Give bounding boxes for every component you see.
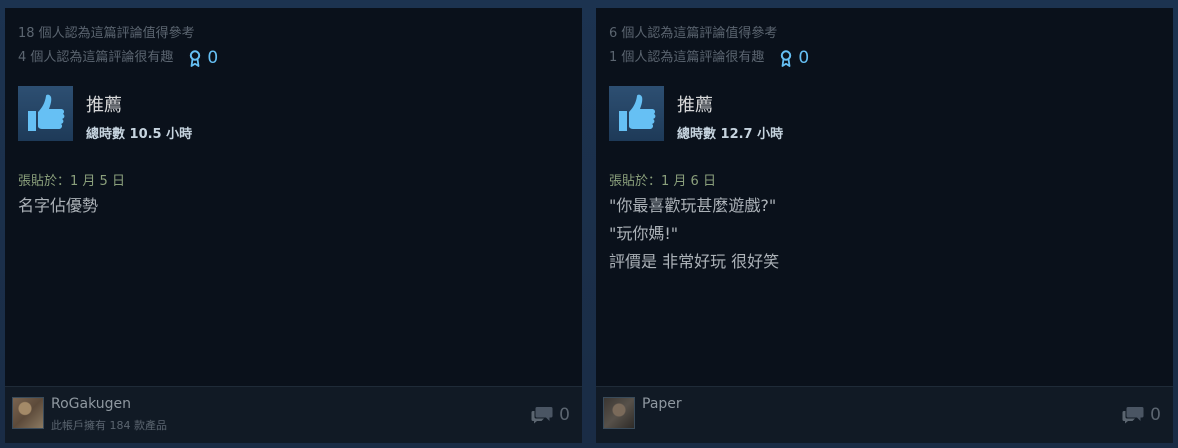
review-footer: Paper 0: [596, 386, 1173, 443]
review-text-line: "玩你媽!": [609, 224, 679, 243]
comment-count: 0: [1150, 405, 1161, 425]
review-card: 6 個人認為這篇評論值得參考 1 個人認為這篇評論很有趣 0 推薦 總時數 12…: [596, 8, 1173, 443]
thumbs-up-box[interactable]: [18, 86, 73, 141]
review-content: "你最喜歡玩甚麼遊戲?" "玩你媽!" 評價是 非常好玩 很好笑: [609, 192, 779, 276]
review-text-line: 評價是 非常好玩 很好笑: [609, 252, 780, 271]
recommendation-text: 推薦 總時數 12.7 小時: [677, 86, 783, 142]
award-button[interactable]: 0: [780, 47, 810, 68]
funny-line: 4 個人認為這篇評論很有趣 0: [18, 46, 218, 70]
hours-value: 10.5: [129, 127, 162, 142]
recommend-title: 推薦: [86, 95, 122, 116]
hours-suffix: 小時: [161, 127, 193, 142]
user-name[interactable]: RoGakugen: [51, 396, 131, 412]
recommendation: 推薦 總時數 12.7 小時: [609, 86, 783, 142]
recommendation: 推薦 總時數 10.5 小時: [18, 86, 192, 142]
award-button[interactable]: 0: [189, 47, 219, 68]
award-count: 0: [207, 47, 219, 68]
funny-line: 1 個人認為這篇評論很有趣 0: [609, 46, 809, 70]
helpful-count: 6 個人認為這篇評論值得參考: [609, 26, 778, 41]
review-text-line: 名字佔優勢: [18, 196, 99, 215]
review-footer: RoGakugen 此帳戶擁有 184 款產品 0: [5, 386, 582, 443]
comment-bubble-icon: [1122, 407, 1144, 424]
vote-summary: 18 個人認為這篇評論值得參考 4 個人認為這篇評論很有趣 0: [18, 22, 218, 70]
avatar[interactable]: [12, 397, 44, 429]
award-ribbon-icon: [781, 49, 792, 67]
comment-count: 0: [559, 405, 570, 425]
recommendation-text: 推薦 總時數 10.5 小時: [86, 86, 192, 142]
posted-date: 張貼於：1 月 5 日: [18, 174, 125, 189]
playtime: 總時數 12.7 小時: [677, 123, 783, 142]
hours-prefix: 總時數: [86, 127, 130, 142]
comments-button[interactable]: 0: [531, 405, 570, 425]
hours-prefix: 總時數: [677, 127, 721, 142]
recommend-title: 推薦: [677, 95, 713, 116]
hours-value: 12.7: [720, 127, 753, 142]
thumbs-up-box[interactable]: [609, 86, 664, 141]
posted-date: 張貼於：1 月 6 日: [609, 174, 716, 189]
funny-count: 4 個人認為這篇評論很有趣: [18, 50, 174, 65]
hours-suffix: 小時: [752, 127, 784, 142]
comment-bubble-icon: [531, 407, 553, 424]
comments-button[interactable]: 0: [1122, 405, 1161, 425]
helpful-count: 18 個人認為這篇評論值得參考: [18, 26, 195, 41]
thumbs-up-icon: [618, 94, 655, 131]
user-products: 此帳戶擁有 184 款產品: [51, 419, 167, 432]
avatar[interactable]: [603, 397, 635, 429]
funny-count: 1 個人認為這篇評論很有趣: [609, 50, 765, 65]
review-content: 名字佔優勢: [18, 192, 98, 220]
user-name[interactable]: Paper: [642, 396, 682, 412]
award-count: 0: [798, 47, 810, 68]
vote-summary: 6 個人認為這篇評論值得參考 1 個人認為這篇評論很有趣 0: [609, 22, 809, 70]
thumbs-up-icon: [27, 94, 64, 131]
review-text-line: "你最喜歡玩甚麼遊戲?": [609, 196, 777, 215]
playtime: 總時數 10.5 小時: [86, 123, 192, 142]
award-ribbon-icon: [190, 49, 201, 67]
reviews-page: 18 個人認為這篇評論值得參考 4 個人認為這篇評論很有趣 0 推薦 總時數 1…: [0, 0, 1178, 448]
review-card: 18 個人認為這篇評論值得參考 4 個人認為這篇評論很有趣 0 推薦 總時數 1…: [5, 8, 582, 443]
